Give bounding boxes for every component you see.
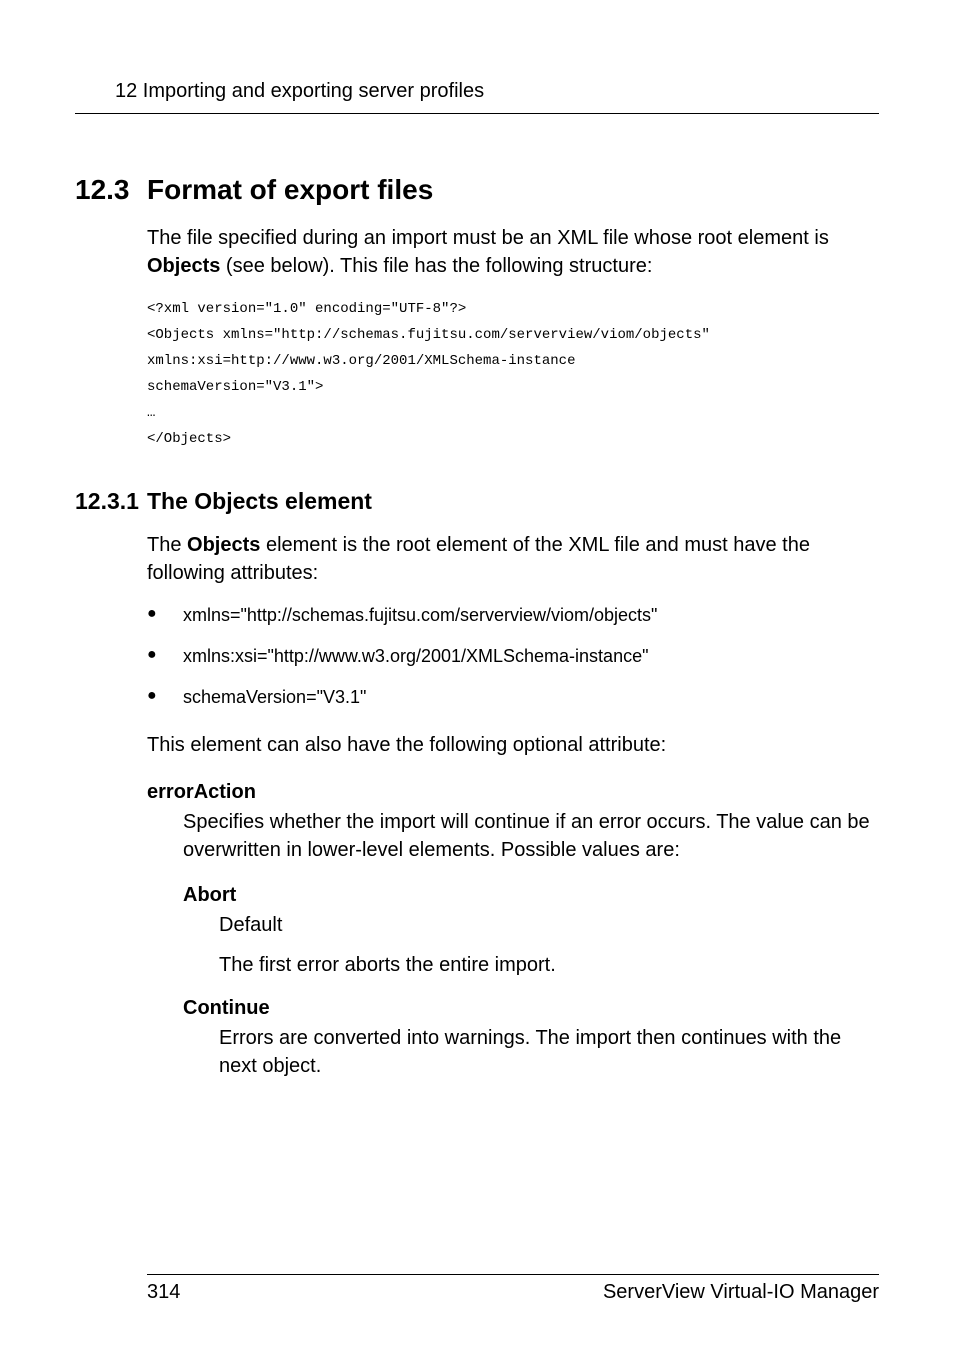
- section-intro: The file specified during an import must…: [147, 224, 879, 280]
- section-heading: 12.3 Format of export files: [75, 174, 879, 206]
- code-line-1: <?xml version="1.0" encoding="UTF-8"?>: [147, 296, 879, 322]
- intro-text-1: The file specified during an import must…: [147, 227, 829, 249]
- subterm-name-abort: Abort: [183, 884, 879, 907]
- code-line-4: schemaVersion="V3.1">: [147, 374, 879, 400]
- intro-text-2: (see below). This file has the following…: [220, 255, 652, 277]
- page-footer: 314 ServerView Virtual-IO Manager: [75, 1274, 879, 1304]
- subterm-default: Default: [219, 911, 879, 939]
- list-item: ● schemaVersion="V3.1": [147, 685, 879, 710]
- code-line-3: xmlns:xsi=http://www.w3.org/2001/XMLSche…: [147, 348, 879, 374]
- subterm-continue: Continue Errors are converted into warni…: [183, 997, 879, 1080]
- bullet-list: ● xmlns="http://schemas.fujitsu.com/serv…: [147, 603, 879, 711]
- list-item: ● xmlns="http://schemas.fujitsu.com/serv…: [147, 603, 879, 628]
- bullet-text-3: schemaVersion="V3.1": [183, 685, 366, 710]
- bullet-text-2: xmlns:xsi="http://www.w3.org/2001/XMLSch…: [183, 644, 648, 669]
- subterm-desc-abort: The first error aborts the entire import…: [219, 951, 879, 979]
- footer-row: 314 ServerView Virtual-IO Manager: [75, 1281, 879, 1304]
- term-name: errorAction: [147, 781, 879, 804]
- sub-intro-text-1: The: [147, 534, 187, 556]
- sub-intro-bold: Objects: [187, 534, 260, 556]
- product-name: ServerView Virtual-IO Manager: [603, 1281, 879, 1304]
- subterm-name-continue: Continue: [183, 997, 879, 1020]
- bullet-icon: ●: [147, 685, 183, 707]
- subsection-title: The Objects element: [147, 488, 372, 515]
- footer-rule: [147, 1274, 879, 1275]
- code-line-2: <Objects xmlns="http://schemas.fujitsu.c…: [147, 322, 879, 348]
- section-title: Format of export files: [147, 174, 433, 206]
- subsection-heading: 12.3.1 The Objects element: [75, 488, 879, 515]
- subsection-intro: The Objects element is the root element …: [147, 531, 879, 587]
- intro-bold: Objects: [147, 255, 220, 277]
- code-line-6: </Objects>: [147, 426, 879, 452]
- bullet-icon: ●: [147, 603, 183, 625]
- section-number: 12.3: [75, 174, 147, 206]
- bullet-icon: ●: [147, 644, 183, 666]
- page-header: 12 Importing and exporting server profil…: [75, 80, 879, 103]
- optional-attr-text: This element can also have the following…: [147, 731, 879, 759]
- subterm-desc-continue: Errors are converted into warnings. The …: [219, 1024, 879, 1080]
- code-block: <?xml version="1.0" encoding="UTF-8"?> <…: [147, 296, 879, 452]
- list-item: ● xmlns:xsi="http://www.w3.org/2001/XMLS…: [147, 644, 879, 669]
- bullet-text-1: xmlns="http://schemas.fujitsu.com/server…: [183, 603, 657, 628]
- code-line-5: …: [147, 400, 879, 426]
- header-rule: [75, 113, 879, 114]
- subsection-number: 12.3.1: [75, 488, 147, 515]
- page-number: 314: [147, 1281, 180, 1304]
- term-desc: Specifies whether the import will contin…: [183, 808, 879, 864]
- term-erroraction: errorAction Specifies whether the import…: [147, 781, 879, 1080]
- subterm-abort: Abort Default The first error aborts the…: [183, 884, 879, 979]
